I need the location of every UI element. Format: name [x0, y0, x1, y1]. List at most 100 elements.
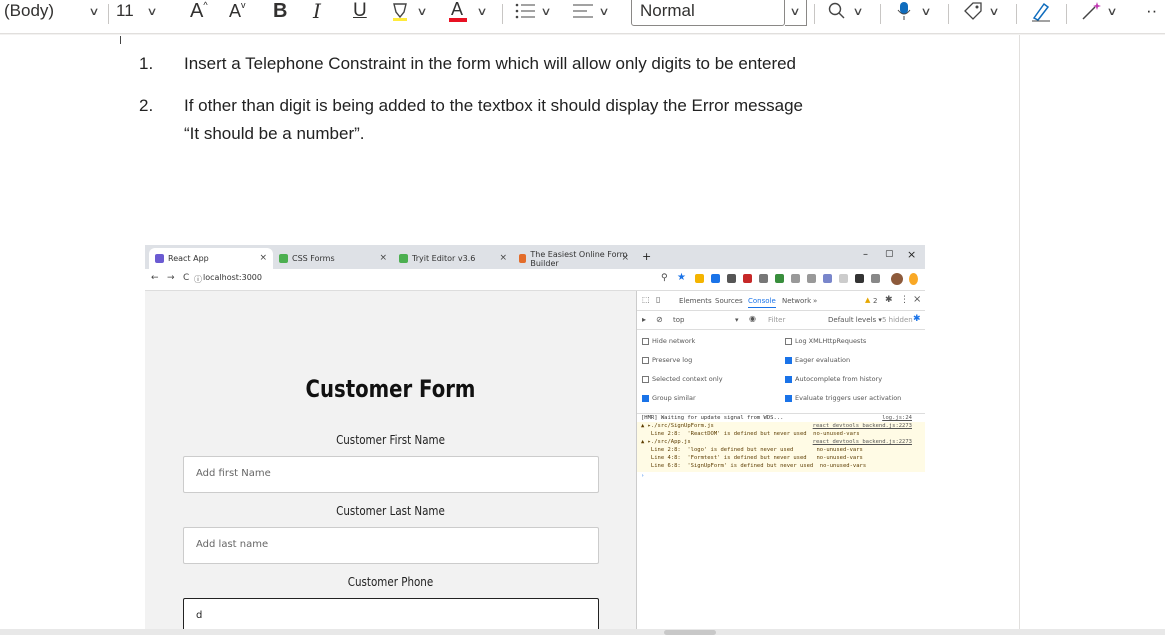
zoom-icon[interactable]: ⚲ — [661, 273, 668, 283]
filter-input[interactable]: Filter — [768, 316, 785, 324]
source-link[interactable]: log.js:24 — [882, 415, 912, 421]
source-link[interactable]: react_devtools_backend.js:2273 — [813, 439, 912, 445]
font-name-value: (Body) — [4, 1, 55, 20]
context-selector[interactable]: top — [673, 316, 684, 324]
bullets-button[interactable]: ∨ — [514, 0, 552, 24]
scrollbar-thumb[interactable] — [664, 630, 716, 635]
browser-tab[interactable]: The Easiest Online Form Builder × — [513, 248, 635, 269]
reload-icon[interactable]: C — [183, 273, 189, 283]
checkbox-autocomplete[interactable]: Autocomplete from history — [785, 375, 882, 383]
underline-button[interactable]: U — [353, 0, 367, 24]
console-warning[interactable]: ▲ ▸./src/SignUpForm.js react_devtools_bac… — [637, 422, 925, 430]
avatar[interactable] — [891, 273, 903, 285]
embedded-screenshot[interactable]: React App × CSS Forms × Tryit Editor v3.… — [145, 245, 925, 630]
console-prompt[interactable]: › — [637, 472, 925, 480]
window-close-button[interactable]: × — [907, 248, 916, 261]
sensitivity-button[interactable]: ∨ — [962, 0, 1000, 24]
browser-tab[interactable]: CSS Forms × — [273, 248, 393, 269]
more-tabs-button[interactable]: » — [813, 297, 817, 305]
extension-icon[interactable] — [743, 274, 752, 283]
checkbox-eager-eval[interactable]: Eager evaluation — [785, 356, 850, 364]
divider — [108, 4, 109, 24]
shrink-font-button[interactable]: Av — [229, 0, 246, 24]
highlight-button[interactable]: ∨ — [390, 0, 428, 24]
devtools-tab-console[interactable]: Console — [748, 297, 776, 308]
extension-icon[interactable] — [855, 274, 864, 283]
form-builder-favicon-icon — [519, 254, 527, 263]
editor-button[interactable] — [1030, 0, 1052, 24]
device-toolbar-icon[interactable]: ▯ — [656, 295, 660, 304]
extension-icon[interactable] — [807, 274, 816, 283]
find-button[interactable]: ∨ — [828, 0, 864, 24]
eye-icon[interactable]: ◉ — [749, 314, 756, 323]
gear-icon[interactable]: ✱ — [885, 295, 893, 305]
customer-form-page: Customer Form Customer First Name Add fi… — [145, 291, 636, 630]
forward-icon[interactable]: → — [167, 273, 175, 283]
checkbox-icon — [642, 337, 649, 345]
italic-button[interactable]: I — [313, 0, 321, 24]
minimize-button[interactable]: – — [863, 249, 868, 260]
chevron-down-icon: ∨ — [146, 5, 158, 18]
checkbox-group-similar[interactable]: Group similar — [642, 394, 696, 402]
extension-icon[interactable] — [711, 274, 720, 283]
dictate-button[interactable]: ∨ — [896, 0, 932, 24]
close-icon[interactable]: × — [499, 253, 507, 263]
font-size-dropdown[interactable]: 11 ∨ — [116, 0, 158, 24]
console-warning[interactable]: ▲ ▸./src/App.js react_devtools_backend.js… — [637, 438, 925, 446]
line-spacing-button[interactable]: ∨ — [572, 0, 610, 24]
close-icon[interactable]: × — [621, 253, 629, 263]
browser-tab[interactable]: React App × — [149, 248, 273, 269]
react-favicon-icon — [155, 254, 164, 263]
extension-icon[interactable] — [823, 274, 832, 283]
devtools-tab[interactable]: Elements — [679, 297, 712, 305]
kebab-menu-icon[interactable]: ⋮ — [900, 295, 909, 305]
update-icon[interactable] — [909, 273, 918, 285]
source-link[interactable]: react_devtools_backend.js:2273 — [813, 423, 912, 429]
extension-icon[interactable] — [775, 274, 784, 283]
extension-icon[interactable] — [695, 274, 704, 283]
bold-button[interactable]: B — [273, 0, 287, 24]
clear-console-icon[interactable]: ⊘ — [656, 315, 663, 324]
extension-icon[interactable] — [871, 274, 880, 283]
checkbox-preserve-log[interactable]: Preserve log — [642, 356, 692, 364]
browser-tab[interactable]: Tryit Editor v3.6 × — [393, 248, 513, 269]
tag-icon — [964, 2, 982, 20]
console-line: Line 6:8: 'SignUpForm' is defined but ne… — [637, 462, 925, 472]
extension-icon[interactable] — [759, 274, 768, 283]
devtools-tab[interactable]: Sources — [715, 297, 743, 305]
font-color-button[interactable]: A ∨ — [448, 0, 488, 24]
sidebar-toggle-icon[interactable]: ▸ — [642, 315, 646, 324]
checkbox-checked-icon — [785, 375, 792, 383]
extension-icon[interactable] — [727, 274, 736, 283]
info-icon[interactable]: ⓘ — [194, 274, 202, 285]
console-settings-icon[interactable]: ✱ — [913, 314, 921, 324]
log-levels-dropdown[interactable]: Default levels ▾ — [828, 316, 882, 324]
checkbox-log-xhr[interactable]: Log XMLHttpRequests — [785, 337, 866, 345]
close-icon[interactable]: × — [379, 253, 387, 263]
first-name-input[interactable]: Add first Name — [183, 456, 599, 493]
back-icon[interactable]: ← — [151, 273, 159, 283]
extension-icon[interactable] — [791, 274, 800, 283]
warning-count[interactable]: 2 — [873, 297, 877, 305]
more-options-button[interactable]: ·· — [1146, 0, 1157, 24]
style-selector[interactable]: Normal — [631, 0, 785, 26]
grow-font-button[interactable]: A ^ — [190, 0, 208, 24]
style-dropdown-button[interactable]: ∨ — [785, 0, 807, 26]
bookmark-star-icon[interactable]: ★ — [677, 272, 686, 283]
close-icon[interactable]: × — [259, 253, 267, 263]
inspect-icon[interactable]: ⬚ — [642, 295, 650, 304]
new-tab-button[interactable]: + — [642, 250, 651, 263]
checkbox-hide-network[interactable]: Hide network — [642, 337, 695, 345]
url-text[interactable]: localhost:3000 — [203, 273, 262, 282]
devtools-tab[interactable]: Network — [782, 297, 811, 305]
checkbox-eval-triggers[interactable]: Evaluate triggers user activation — [785, 394, 901, 402]
designer-button[interactable]: ∨ — [1080, 0, 1118, 24]
horizontal-scrollbar[interactable] — [0, 629, 1165, 635]
close-icon[interactable]: × — [913, 294, 921, 305]
maximize-button[interactable]: ▢ — [885, 249, 894, 259]
font-name-dropdown[interactable]: (Body) ∨ — [4, 0, 100, 24]
last-name-input[interactable]: Add last name — [183, 527, 599, 564]
checkbox-selected-context[interactable]: Selected context only — [642, 375, 723, 383]
phone-input[interactable]: d — [183, 598, 599, 630]
extension-icon[interactable] — [839, 274, 848, 283]
